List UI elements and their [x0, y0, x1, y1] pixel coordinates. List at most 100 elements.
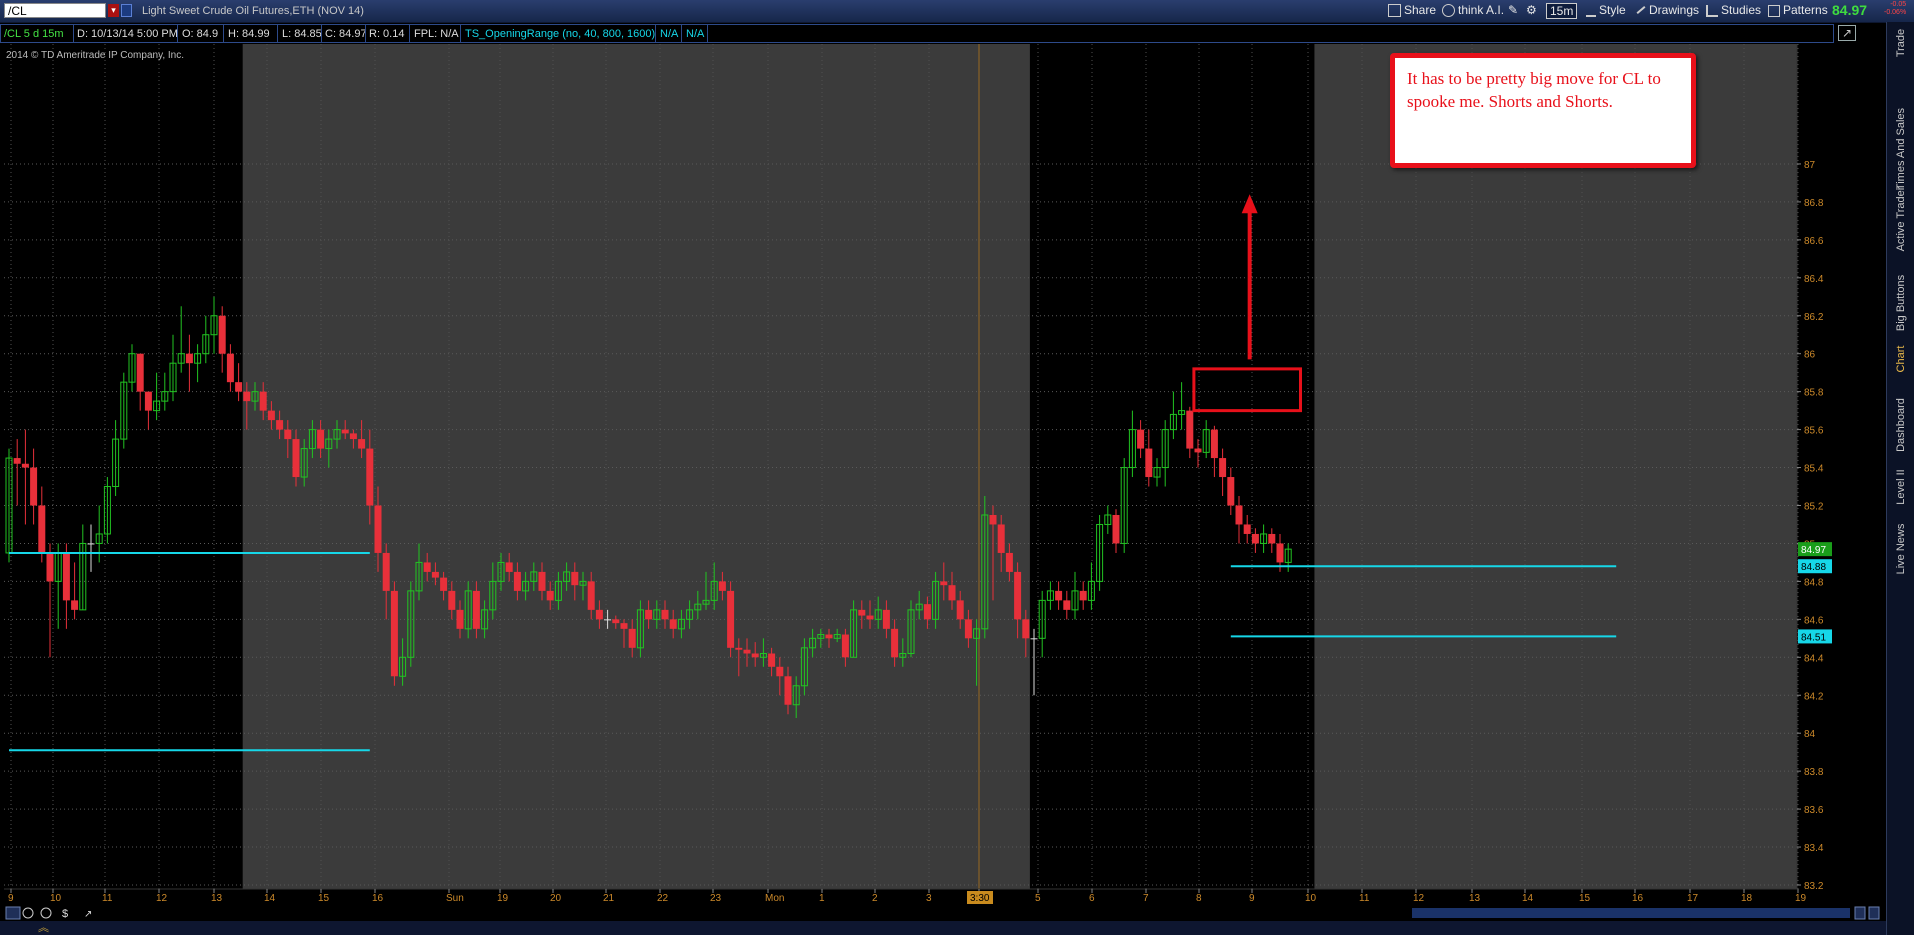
price-label-text: 84.51 [1801, 632, 1826, 643]
time-axis[interactable]: 9 10 11 12 13 14 15 16 Sun 19 20 21 22 23 Mon 1 2 3 3:30 5 6… [4, 888, 1835, 904]
status-bar: ︽ [0, 921, 1886, 935]
study-label[interactable]: TS_OpeningRange (no, 40, 800, 1600) [465, 28, 655, 40]
time-tick-label: 15 [1579, 893, 1591, 904]
candle-body [30, 467, 38, 506]
info-separator [655, 25, 656, 42]
crosshair-icon[interactable]: ↗ [1838, 25, 1856, 41]
annotation-callout[interactable]: It has to be pretty big move for CL to s… [1390, 53, 1696, 168]
price-label-text: 84.97 [1801, 545, 1826, 556]
candle [1194, 439, 1202, 468]
price-tick-label: 86.2 [1804, 312, 1824, 323]
bar-open: O: 84.9 [182, 28, 219, 40]
symbol-dropdown-icon[interactable]: ▾ [108, 4, 119, 17]
info-separator [277, 25, 278, 42]
candle [144, 391, 152, 430]
price-tick-label: 86.4 [1804, 274, 1824, 285]
price-tick-label: 85.8 [1804, 388, 1824, 399]
candle [1161, 420, 1169, 487]
candle [1128, 410, 1136, 478]
candle-body [1243, 524, 1251, 534]
price-label-opening-range-low: 84.51 [1798, 629, 1832, 644]
price-label-opening-range-high: 84.88 [1798, 559, 1832, 574]
candle-body [349, 433, 357, 440]
price-tick-label: 85.4 [1804, 464, 1824, 475]
time-tick-label: 6 [1089, 893, 1095, 904]
share-icon [1388, 4, 1401, 17]
time-tick-label: 14 [1522, 893, 1534, 904]
candle [1243, 514, 1251, 544]
candle [1063, 590, 1071, 620]
time-tick-label: 23 [710, 893, 722, 904]
candle [54, 543, 62, 629]
candle [1153, 458, 1161, 487]
price-scale-icon[interactable]: $ [62, 908, 68, 920]
style-button[interactable]: Style [1586, 2, 1626, 19]
studies-button[interactable]: Studies [1706, 2, 1761, 19]
time-tick-label: 17 [1687, 893, 1699, 904]
candle-body [669, 619, 677, 629]
chart-info-bar: /CL 5 d 15m D: 10/13/14 5:00 PM O: 84.9 … [0, 24, 1834, 43]
candle-body [989, 514, 997, 525]
drawings-button[interactable]: Drawings [1636, 2, 1699, 19]
candle [226, 344, 234, 392]
scroll-right-icon[interactable] [1854, 906, 1866, 920]
candle-body [341, 429, 349, 434]
chart-symbol-period[interactable]: /CL 5 d 15m [4, 28, 64, 40]
scroll-thumb[interactable] [1412, 908, 1850, 918]
fpl-value: FPL: N/A [414, 28, 459, 40]
time-tick-label: 14 [264, 893, 276, 904]
annotation-text: It has to be pretty big move for CL to s… [1407, 69, 1661, 111]
price-axis[interactable]: 8786.886.686.486.28685.885.685.485.28584… [1796, 44, 1824, 892]
candle-body [358, 439, 366, 449]
candle [87, 524, 95, 572]
candle-body [46, 552, 54, 582]
candle-body [858, 609, 866, 616]
price-chart[interactable]: 87 86.8 86.6 86.4 86.2 86 85.8 85.6 85.4 85.2 8 5 84… [4, 44, 1835, 904]
candle [128, 344, 136, 392]
candle-body [923, 604, 931, 620]
style-icon [1586, 6, 1596, 17]
time-tick-label: Sun [446, 893, 464, 904]
time-tick-label: 18 [1741, 893, 1753, 904]
candle [1096, 514, 1104, 591]
time-tick-label: 19 [1795, 893, 1807, 904]
settings-icon[interactable]: ⚙ [1526, 2, 1542, 19]
top-toolbar: ▾ Light Sweet Crude Oil Futures,ETH (NOV… [0, 0, 1914, 23]
highlight-box [1192, 367, 1303, 413]
info-separator [321, 25, 322, 42]
expand-icon[interactable]: ↗ [84, 909, 92, 920]
timeframe-button[interactable]: 15m [1546, 3, 1578, 19]
tools-icon[interactable]: ✎ [1508, 2, 1524, 19]
candle [46, 543, 54, 658]
link-icon[interactable] [121, 4, 132, 17]
symbol-input[interactable] [4, 3, 106, 18]
candle [21, 429, 29, 525]
time-tick-label: 2 [872, 893, 878, 904]
scroll-end-icon[interactable] [1868, 906, 1880, 920]
collapse-icon[interactable]: ︽ [38, 921, 49, 935]
study-value-2: N/A [686, 28, 705, 40]
patterns-button[interactable]: Patterns [1768, 2, 1828, 19]
tab-trade[interactable]: Trade [1895, 0, 1907, 103]
chart-svg[interactable]: 87 86.8 86.6 86.4 86.2 86 85.8 85.6 85.4 85.2 8 5 84… [4, 44, 1835, 906]
candle [120, 372, 128, 449]
candle-body [21, 463, 29, 468]
info-separator [409, 25, 410, 42]
candle-body [1219, 458, 1227, 478]
candle-body [1235, 505, 1243, 525]
time-tick-label: 16 [1632, 893, 1644, 904]
candle [5, 448, 13, 563]
think-ai-button[interactable]: think A.I. [1442, 2, 1504, 19]
time-tick-label: 13 [1469, 893, 1481, 904]
candle [1104, 505, 1112, 534]
candle-body [390, 590, 398, 677]
candle-body [841, 634, 849, 658]
scroll-left-icon[interactable] [5, 906, 21, 920]
time-tick-label: 21 [603, 893, 615, 904]
tab-live-news[interactable]: Live News [1895, 489, 1907, 609]
time-scrollbar[interactable]: $ ↗ [0, 905, 1886, 921]
candle-body [661, 609, 669, 620]
candle [1071, 571, 1079, 620]
copyright-text: 2014 © TD Ameritrade IP Company, Inc. [6, 50, 185, 61]
share-button[interactable]: Share [1388, 2, 1436, 19]
